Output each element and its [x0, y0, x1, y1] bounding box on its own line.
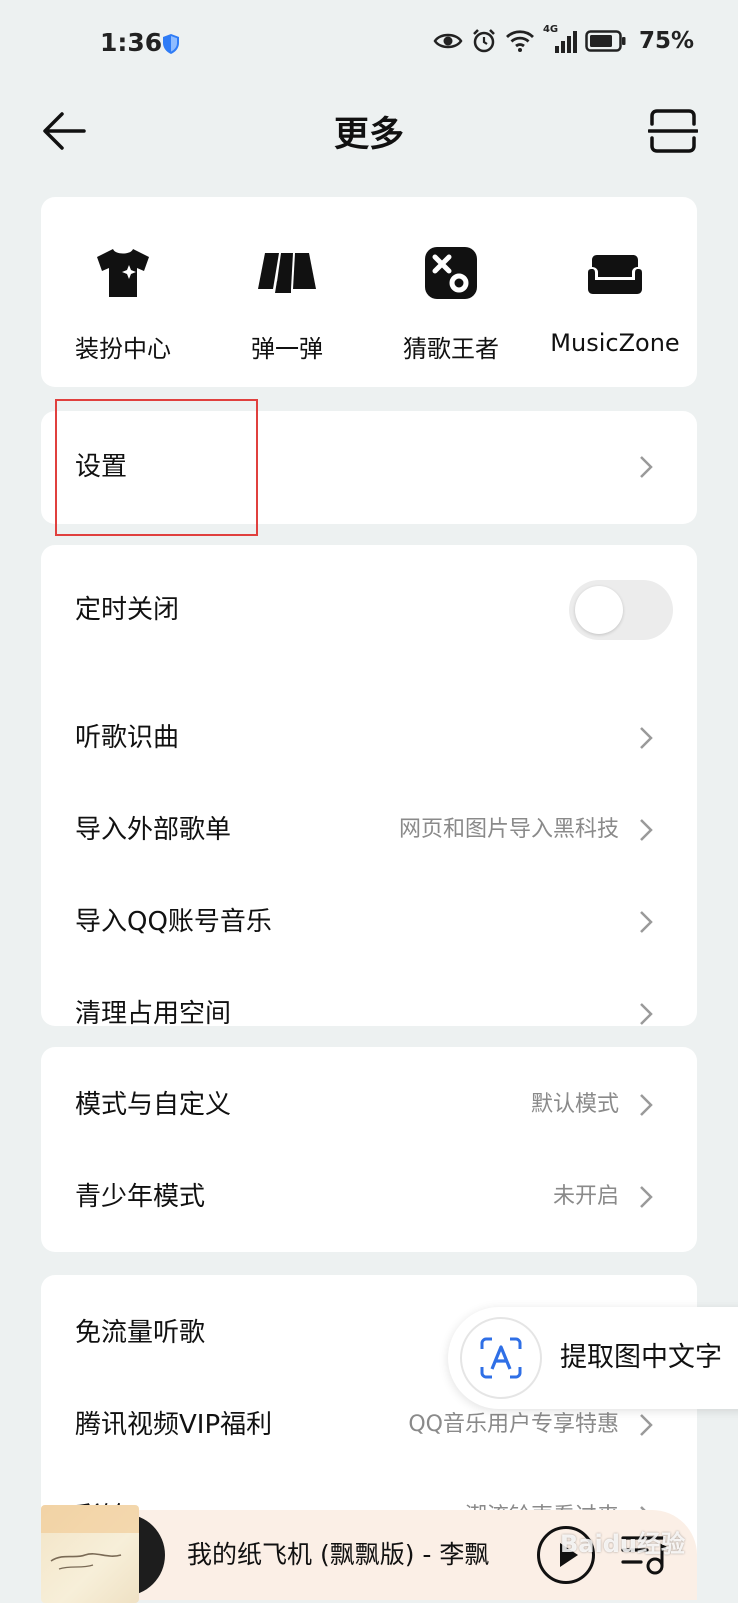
game-xo-icon [425, 247, 477, 299]
shortcut-label: 猜歌王者 [403, 335, 499, 363]
row-label: 听歌识曲 [75, 723, 180, 753]
battery-percent: 75% [638, 28, 694, 54]
row-sub: 默认模式 [530, 1092, 619, 1117]
shortcut-tap-piano[interactable]: 弹一弹 [205, 197, 369, 387]
shortcut-theme-center[interactable]: 装扮中心 [41, 197, 205, 387]
row-label: 腾讯视频VIP福利 [75, 1410, 273, 1440]
chevron-right-icon [640, 819, 653, 841]
toggle-knob [575, 586, 623, 634]
row-label: 定时关闭 [75, 595, 180, 625]
alarm-icon [473, 29, 495, 53]
now-playing-title: 我的纸飞机 (飘飘版) - 李飘 [187, 1540, 490, 1569]
tools-card: 定时关闭 听歌识曲 导入外部歌单 网页和图片导入黑科技 导入QQ账号音乐 清理占… [41, 545, 697, 1026]
page-title: 更多 [333, 115, 404, 155]
row-label: 青少年模式 [75, 1182, 206, 1212]
row-sub: 未开启 [552, 1184, 619, 1209]
row-label: 清理占用空间 [75, 999, 232, 1026]
row-import-qq-music[interactable]: 导入QQ账号音乐 [41, 876, 697, 968]
row-mode-custom[interactable]: 模式与自定义 默认模式 [41, 1059, 697, 1151]
chevron-right-icon [640, 911, 653, 933]
wifi-icon [505, 30, 534, 52]
status-time: 1:36 [100, 28, 163, 57]
playlist-icon[interactable] [619, 1532, 667, 1578]
settings-card: 设置 [41, 411, 697, 524]
signal-icon [554, 31, 577, 53]
status-icons: 4G 75% [433, 24, 694, 54]
row-clear-storage[interactable]: 清理占用空间 [41, 968, 697, 1026]
sofa-icon [588, 255, 642, 294]
eye-icon [433, 33, 463, 49]
ocr-icon-circle [460, 1317, 542, 1399]
piano-keys-icon [258, 253, 316, 293]
shortcut-label: 弹一弹 [251, 335, 323, 363]
extract-text-button[interactable]: 提取图中文字 [448, 1307, 738, 1409]
settings-row[interactable]: 设置 [41, 421, 697, 513]
chevron-right-icon [640, 1186, 653, 1208]
row-import-playlist[interactable]: 导入外部歌单 网页和图片导入黑科技 [41, 784, 697, 876]
shortcuts-card: 装扮中心 弹一弹 猜歌王者 MusicZone [41, 197, 697, 387]
row-label: 导入QQ账号音乐 [75, 907, 272, 937]
header: 更多 [0, 92, 738, 172]
mini-player[interactable]: 我的纸飞机 (飘飘版) - 李飘 [41, 1505, 697, 1603]
shortcut-label: MusicZone [550, 329, 680, 357]
album-cover[interactable] [41, 1505, 139, 1603]
shortcut-guess-song[interactable]: 猜歌王者 [369, 197, 533, 387]
chevron-right-icon [640, 456, 653, 478]
modes-card: 模式与自定义 默认模式 青少年模式 未开启 [41, 1047, 697, 1252]
chevron-right-icon [640, 1003, 653, 1025]
tshirt-icon [97, 249, 149, 297]
chevron-right-icon [640, 727, 653, 749]
album-cover-art [41, 1505, 139, 1570]
row-timer-close: 定时关闭 [41, 556, 697, 664]
battery-icon [585, 30, 626, 52]
row-label: 免流量听歌 [75, 1318, 206, 1348]
extract-text-label: 提取图中文字 [560, 1342, 722, 1373]
shield-icon [163, 34, 179, 54]
row-song-recognition[interactable]: 听歌识曲 [41, 692, 697, 784]
shortcut-label: 装扮中心 [75, 335, 171, 363]
status-bar: 1:36 4G 75% [0, 0, 738, 92]
row-teen-mode[interactable]: 青少年模式 未开启 [41, 1151, 697, 1243]
text-scan-icon [480, 1337, 522, 1379]
timer-close-toggle[interactable] [569, 580, 673, 640]
chevron-right-icon [640, 1094, 653, 1116]
settings-label: 设置 [75, 452, 128, 482]
row-label: 导入外部歌单 [75, 815, 232, 845]
play-icon [560, 1543, 578, 1567]
shortcut-musiczone[interactable]: MusicZone [533, 197, 697, 387]
play-button[interactable] [537, 1526, 595, 1584]
network-type: 4G [543, 24, 577, 54]
chevron-right-icon [640, 1414, 653, 1436]
scan-icon[interactable] [648, 108, 698, 154]
row-label: 模式与自定义 [75, 1090, 232, 1120]
row-sub: 网页和图片导入黑科技 [398, 817, 619, 842]
